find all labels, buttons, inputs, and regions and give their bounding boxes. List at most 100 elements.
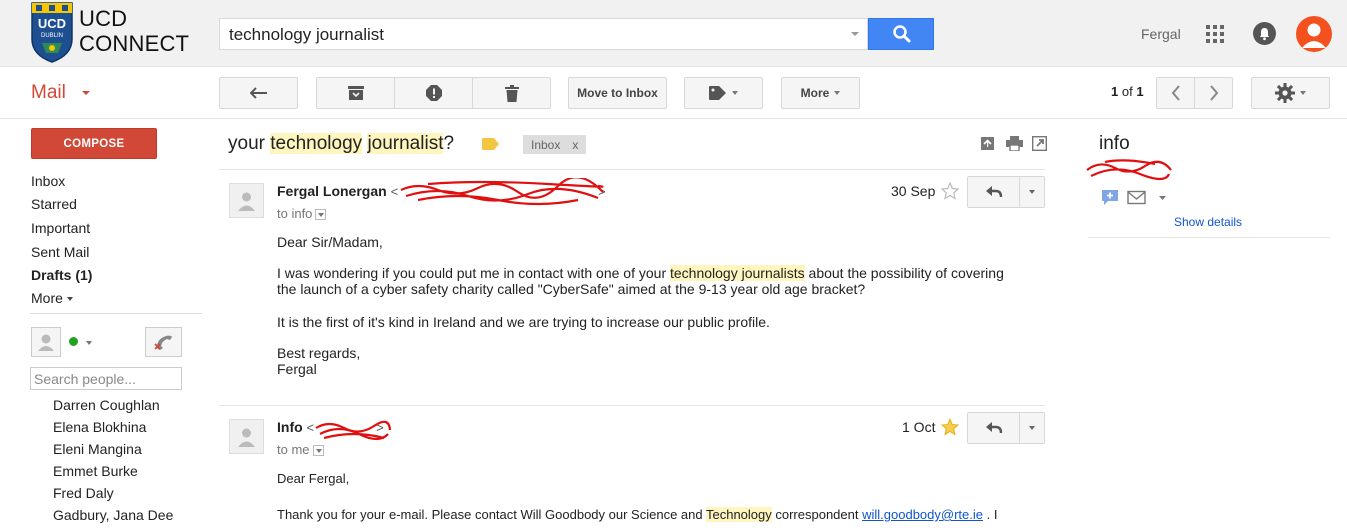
star-icon[interactable] <box>940 181 960 200</box>
message-date[interactable]: 1 Oct <box>902 419 935 435</box>
label-chip-text: Inbox <box>531 137 561 152</box>
label-chip-inbox[interactable]: Inbox x <box>523 135 587 154</box>
top-header: UCD DUBLIN UCD CONNECT Fergal <box>0 0 1347 67</box>
older-button[interactable] <box>1194 77 1233 109</box>
recipient-line[interactable]: to info <box>277 206 327 221</box>
archive-icon <box>347 86 364 100</box>
phone-call-button[interactable] <box>145 327 182 357</box>
reply-button-group[interactable] <box>967 412 1045 444</box>
reply-button-group[interactable] <box>967 176 1045 208</box>
message-divider <box>219 169 1045 170</box>
nav-starred[interactable]: Starred <box>31 196 77 212</box>
sender-email: < > <box>390 184 606 199</box>
report-spam-button[interactable] <box>394 77 473 109</box>
recipient-line[interactable]: to me <box>277 442 324 457</box>
chat-status-online-icon[interactable] <box>69 337 78 346</box>
trash-icon <box>504 84 519 102</box>
chat-bubble-icon <box>1102 190 1118 205</box>
message-greeting: Dear Fergal, <box>277 471 350 486</box>
contact-elena-blokhina[interactable]: Elena Blokhina <box>53 419 146 435</box>
contact-eleni-mangina[interactable]: Eleni Mangina <box>53 441 142 457</box>
search-button[interactable] <box>868 18 934 50</box>
message-divider <box>219 405 1045 406</box>
remove-label-button[interactable]: x <box>572 138 578 152</box>
settings-caret-icon <box>1300 91 1306 95</box>
label-tag-icon <box>709 86 726 100</box>
chat-profile-avatar[interactable] <box>31 327 61 357</box>
nav-drafts[interactable]: Drafts (1) <box>31 267 92 283</box>
importance-marker-icon[interactable] <box>482 138 499 150</box>
search-box[interactable] <box>219 18 868 50</box>
more-reply-options-caret-icon[interactable] <box>1029 190 1035 194</box>
chevron-right-icon <box>1209 85 1218 101</box>
notifications-bell-icon[interactable] <box>1253 22 1276 45</box>
message-sender[interactable]: Info < > <box>277 419 384 435</box>
apps-grid-icon[interactable] <box>1206 25 1224 43</box>
svg-text:UCD: UCD <box>38 16 66 31</box>
nav-more[interactable]: More <box>31 290 73 306</box>
ucd-crest-logo[interactable]: UCD DUBLIN <box>30 1 74 63</box>
message-date[interactable]: 30 Sep <box>891 183 935 199</box>
more-actions-label: More <box>800 86 830 100</box>
sender-avatar <box>229 419 264 454</box>
nav-sent-mail[interactable]: Sent Mail <box>31 244 89 260</box>
message-paragraph: It is the first of it's kind in Ireland … <box>277 314 770 330</box>
more-actions-button[interactable]: More <box>781 77 860 109</box>
print-all-icon[interactable] <box>1006 136 1023 152</box>
show-details-link[interactable]: Show details <box>1174 215 1242 229</box>
labels-button[interactable] <box>684 77 763 109</box>
gear-icon <box>1275 83 1295 103</box>
delete-button[interactable] <box>472 77 551 109</box>
more-reply-options-caret-icon[interactable] <box>1029 426 1035 430</box>
report-spam-icon <box>425 85 442 101</box>
sender-email: < > <box>306 420 384 435</box>
contact-card-email <box>1099 161 1169 177</box>
search-input[interactable] <box>229 24 829 46</box>
back-button[interactable] <box>219 77 298 109</box>
message-paragraph: Thank you for your e-mail. Please contac… <box>277 507 998 522</box>
settings-button[interactable] <box>1251 77 1330 109</box>
back-arrow-icon <box>249 87 267 99</box>
contact-fred-daly[interactable]: Fred Daly <box>53 485 114 501</box>
nav-more-label: More <box>31 290 63 306</box>
nav-more-caret-icon <box>66 297 73 301</box>
newer-button[interactable] <box>1156 77 1195 109</box>
contact-darren-coughlan[interactable]: Darren Coughlan <box>53 397 160 413</box>
message-sender[interactable]: Fergal Lonergan < > <box>277 183 606 199</box>
svg-text:DUBLIN: DUBLIN <box>41 33 63 39</box>
message-paragraph: I was wondering if you could put me in c… <box>277 265 1004 297</box>
contact-emmet-burke[interactable]: Emmet Burke <box>53 463 138 479</box>
sender-avatar <box>229 183 264 218</box>
nav-important[interactable]: Important <box>31 220 90 236</box>
labels-caret-icon <box>732 91 738 95</box>
account-avatar[interactable] <box>1296 16 1332 52</box>
nav-inbox[interactable]: Inbox <box>31 173 65 189</box>
search-people-input[interactable] <box>30 367 182 390</box>
contact-gadbury-jana-dee[interactable]: Gadbury, Jana Dee <box>53 507 173 523</box>
reply-icon[interactable] <box>985 185 1003 198</box>
expand-all-icon[interactable] <box>980 136 995 151</box>
contact-card-divider <box>1088 237 1330 238</box>
compose-button[interactable]: COMPOSE <box>31 128 157 159</box>
nav-divider <box>30 313 202 314</box>
open-new-window-icon[interactable] <box>1031 135 1048 152</box>
chevron-left-icon <box>1171 85 1180 101</box>
phone-icon <box>154 335 172 350</box>
move-to-inbox-button[interactable]: Move to Inbox <box>568 77 667 109</box>
contact-card-actions <box>1102 190 1172 209</box>
reply-icon[interactable] <box>985 421 1003 434</box>
mail-app-switcher[interactable]: Mail <box>31 82 66 104</box>
show-details-caret-icon[interactable] <box>312 445 324 456</box>
search-options-caret-icon[interactable] <box>851 32 859 36</box>
toolbar-divider <box>0 118 1347 119</box>
message-signoff: Best regards, Fergal <box>277 345 361 377</box>
mail-caret-icon[interactable] <box>82 91 90 95</box>
contact-more-caret-icon <box>1159 196 1166 200</box>
archive-button[interactable] <box>316 77 395 109</box>
star-icon-filled[interactable] <box>941 417 959 436</box>
brand-wordmark: UCD CONNECT <box>79 6 190 56</box>
show-details-caret-icon[interactable] <box>315 209 327 220</box>
user-name[interactable]: Fergal <box>1141 26 1181 42</box>
chat-status-caret-icon[interactable] <box>86 341 92 345</box>
email-link[interactable]: will.goodbody@rte.ie <box>862 507 983 522</box>
